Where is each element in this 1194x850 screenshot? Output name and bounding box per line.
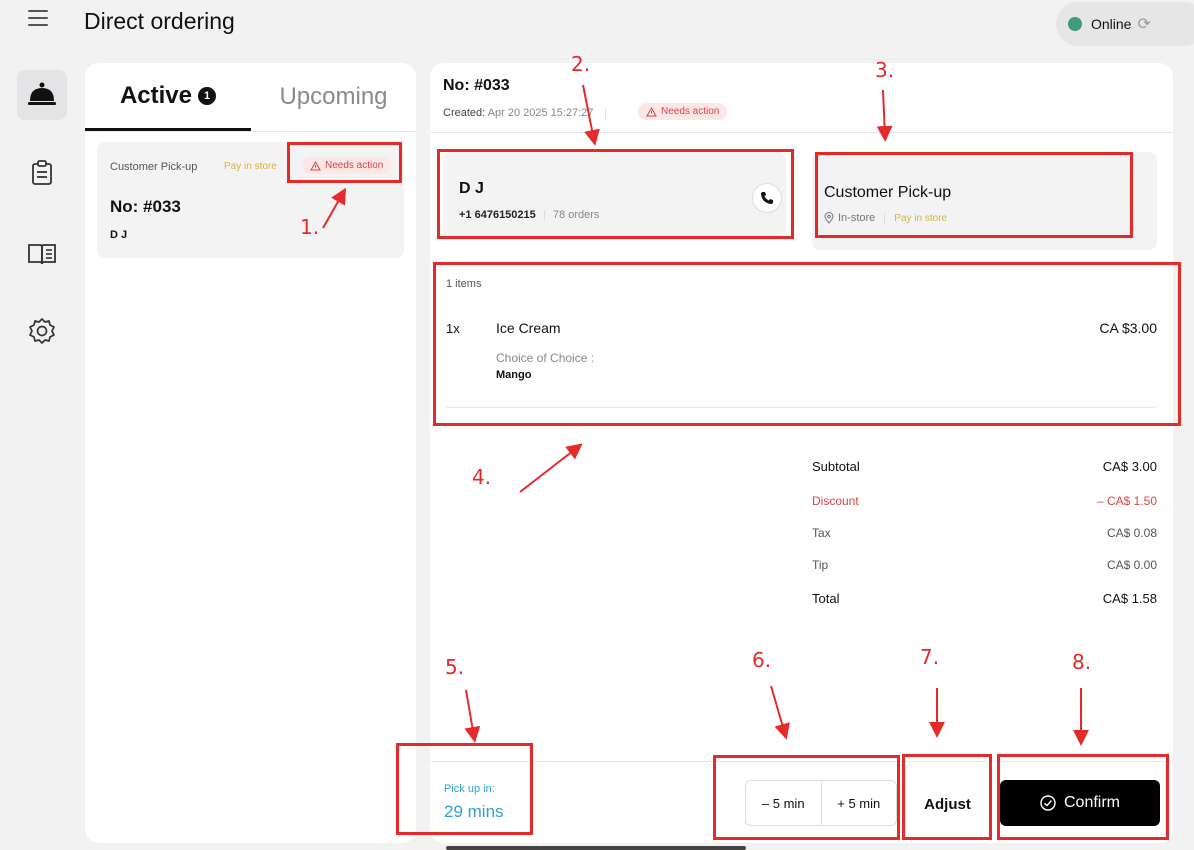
- annotation-arrows: [322, 84, 1089, 746]
